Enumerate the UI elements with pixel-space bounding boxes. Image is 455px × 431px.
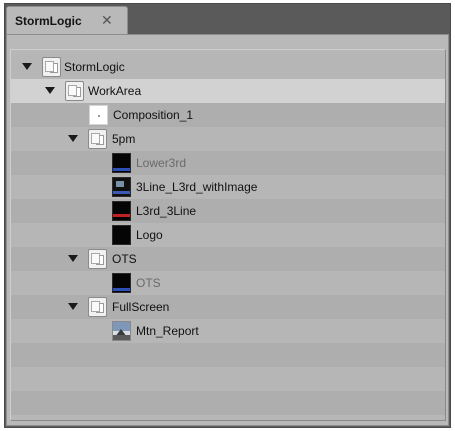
tab-title: StormLogic <box>15 14 82 28</box>
expand-arrow-icon[interactable] <box>68 303 78 310</box>
tree-item-ots-folder[interactable]: OTS <box>11 247 445 271</box>
tree-item-label: OTS <box>112 252 137 266</box>
ots-thumbnail-icon <box>112 273 131 293</box>
tree-view[interactable]: StormLogic WorkArea Composition_1 5pm Lo… <box>10 49 446 421</box>
tab-stormlogic[interactable]: StormLogic ✕ <box>6 6 128 34</box>
expand-arrow-icon[interactable] <box>22 63 32 70</box>
tree-item-label: OTS <box>136 276 161 290</box>
tree-item-mtn-report[interactable]: Mtn_Report <box>11 319 445 343</box>
tree-item-label: StormLogic <box>64 60 125 74</box>
blank-page-icon <box>89 105 108 125</box>
tree-item-label: Logo <box>136 228 163 242</box>
folder-icon <box>88 297 107 317</box>
expand-arrow-icon[interactable] <box>68 135 78 142</box>
tree-item-ots[interactable]: OTS <box>11 271 445 295</box>
lower-third-thumbnail-icon <box>112 153 131 173</box>
tree-item-label: 3Line_L3rd_withImage <box>136 180 258 194</box>
storm-logic-window: StormLogic ✕ StormLogic WorkArea Composi… <box>4 3 451 428</box>
tree-item-label: Composition_1 <box>113 108 194 122</box>
tree-item-5pm[interactable]: 5pm <box>11 127 445 151</box>
expand-arrow-icon[interactable] <box>68 255 78 262</box>
tree-item-3line-l3rd-withimage[interactable]: 3Line_L3rd_withImage <box>11 175 445 199</box>
empty-row <box>11 343 445 367</box>
tree-item-fullscreen[interactable]: FullScreen <box>11 295 445 319</box>
tree-item-label: L3rd_3Line <box>136 204 197 218</box>
mountain-photo-icon <box>112 321 131 341</box>
folder-icon <box>88 249 107 269</box>
tree-item-label: Mtn_Report <box>136 324 199 338</box>
image-thumbnail-icon <box>112 177 131 197</box>
tree-item-label: WorkArea <box>88 84 142 98</box>
lower-third-red-thumbnail-icon <box>112 201 131 221</box>
tree-item-label: 5pm <box>112 132 136 146</box>
tree-item-logo[interactable]: Logo <box>11 223 445 247</box>
expand-arrow-icon[interactable] <box>45 87 55 94</box>
black-thumbnail-icon <box>112 225 131 245</box>
tree-item-workarea[interactable]: WorkArea <box>11 79 445 103</box>
folder-icon <box>88 129 107 149</box>
empty-row <box>11 367 445 391</box>
empty-row <box>11 391 445 415</box>
tree-item-label: Lower3rd <box>136 156 187 170</box>
tree-item-composition-1[interactable]: Composition_1 <box>11 103 445 127</box>
tab-strip: StormLogic ✕ <box>5 4 450 34</box>
tree-item-l3rd-3line[interactable]: L3rd_3Line <box>11 199 445 223</box>
folder-icon <box>65 81 84 101</box>
tree-item-lower3rd[interactable]: Lower3rd <box>11 151 445 175</box>
tree-item-label: FullScreen <box>112 300 170 314</box>
tree-item-stormlogic[interactable]: StormLogic <box>11 55 445 79</box>
close-icon[interactable]: ✕ <box>101 12 113 29</box>
tree-panel: StormLogic WorkArea Composition_1 5pm Lo… <box>6 34 449 426</box>
folder-icon <box>42 57 61 77</box>
